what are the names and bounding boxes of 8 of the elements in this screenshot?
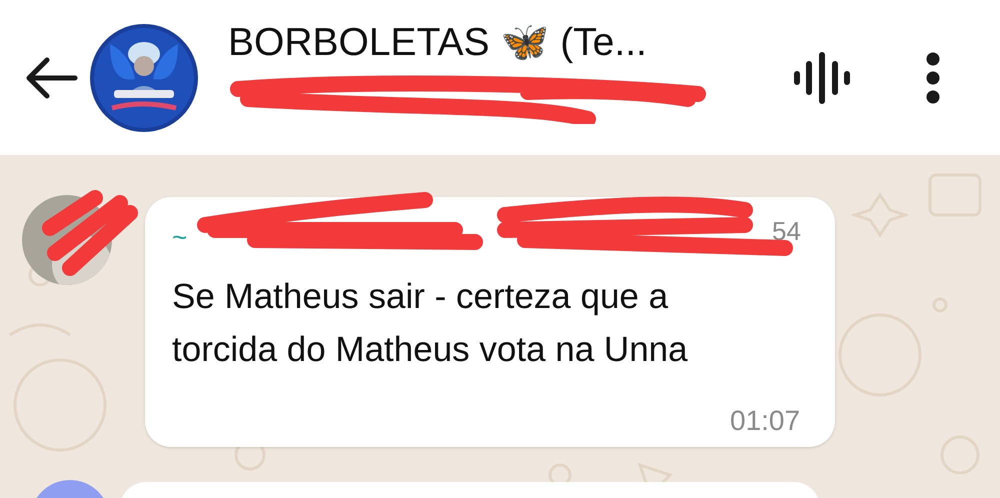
- chat-title[interactable]: BORBOLETAS 🦋 (Te...: [228, 20, 748, 66]
- more-options-icon[interactable]: [925, 52, 941, 104]
- message-time: 54: [772, 215, 801, 248]
- message-time: 01:07: [730, 404, 800, 438]
- message-text: Se Matheus sair - certeza que a torcida do Matheus vota na Unna: [172, 276, 689, 371]
- voice-waveform-icon[interactable]: [793, 52, 851, 104]
- sender-name: ~: [172, 221, 188, 254]
- back-arrow-icon[interactable]: [25, 56, 79, 100]
